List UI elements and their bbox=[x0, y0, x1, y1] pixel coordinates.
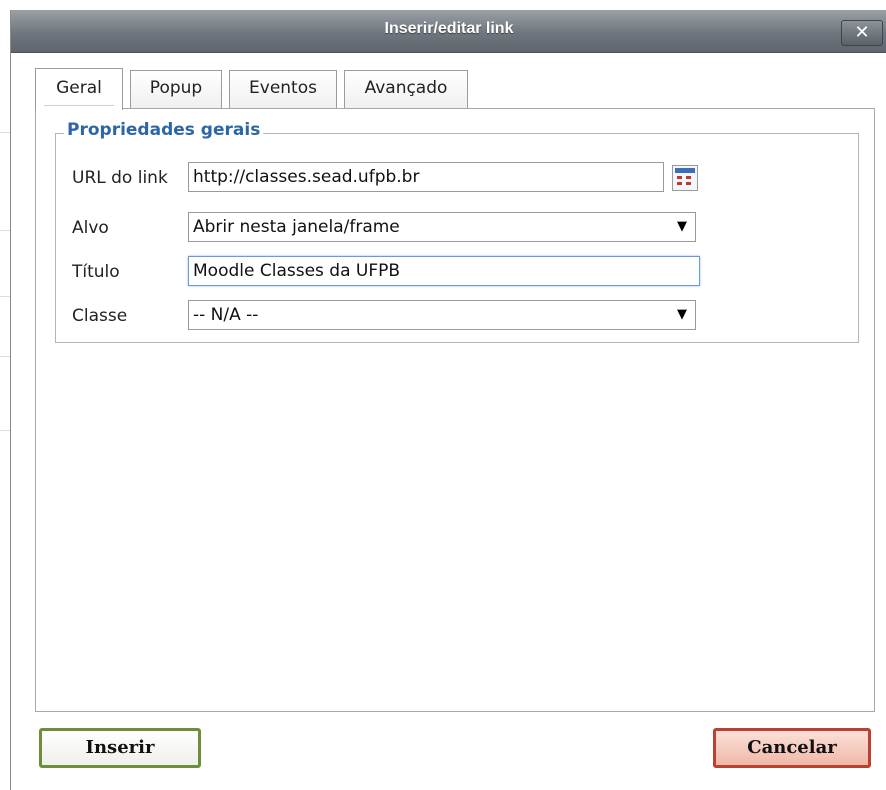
dialog-titlebar[interactable]: Inserir/editar link ✕ bbox=[11, 10, 886, 53]
target-select[interactable]: Abrir nesta janela/frame ▼ bbox=[188, 212, 696, 242]
dialog-title: Inserir/editar link bbox=[384, 20, 514, 37]
close-button[interactable]: ✕ bbox=[841, 20, 883, 46]
browse-icon-dot bbox=[677, 176, 682, 179]
cancel-button[interactable]: Cancelar bbox=[713, 728, 871, 768]
general-properties-fieldset: Propriedades gerais URL do link http://c… bbox=[55, 120, 859, 343]
browse-icon-dot bbox=[677, 182, 682, 185]
insert-link-dialog: Inserir/editar link ✕ Geral Popup Evento… bbox=[10, 10, 886, 790]
browse-icon-dot bbox=[686, 176, 691, 179]
tab-avancado[interactable]: Avançado bbox=[344, 70, 468, 108]
tab-geral[interactable]: Geral bbox=[35, 68, 123, 110]
browse-icon[interactable] bbox=[672, 165, 698, 191]
class-select[interactable]: -- N/A -- ▼ bbox=[188, 300, 696, 330]
title-input[interactable]: Moodle Classes da UFPB bbox=[188, 256, 700, 286]
browse-icon-dot bbox=[686, 182, 691, 185]
target-label: Alvo bbox=[72, 218, 109, 238]
url-label: URL do link bbox=[72, 168, 168, 188]
chevron-down-icon: ▼ bbox=[677, 307, 687, 322]
target-select-value: Abrir nesta janela/frame bbox=[193, 217, 400, 237]
tab-popup[interactable]: Popup bbox=[130, 70, 222, 108]
title-label: Título bbox=[72, 262, 120, 282]
tab-eventos[interactable]: Eventos bbox=[229, 70, 337, 108]
browse-icon-bar bbox=[675, 168, 695, 173]
tab-panel-geral: Propriedades gerais URL do link http://c… bbox=[35, 108, 875, 712]
insert-button[interactable]: Inserir bbox=[39, 728, 201, 768]
class-select-value: -- N/A -- bbox=[193, 305, 259, 325]
chevron-down-icon: ▼ bbox=[677, 219, 687, 234]
url-input[interactable]: http://classes.sead.ufpb.br bbox=[188, 162, 664, 192]
fieldset-legend: Propriedades gerais bbox=[64, 120, 264, 140]
class-label: Classe bbox=[72, 306, 128, 326]
close-icon: ✕ bbox=[854, 22, 870, 43]
